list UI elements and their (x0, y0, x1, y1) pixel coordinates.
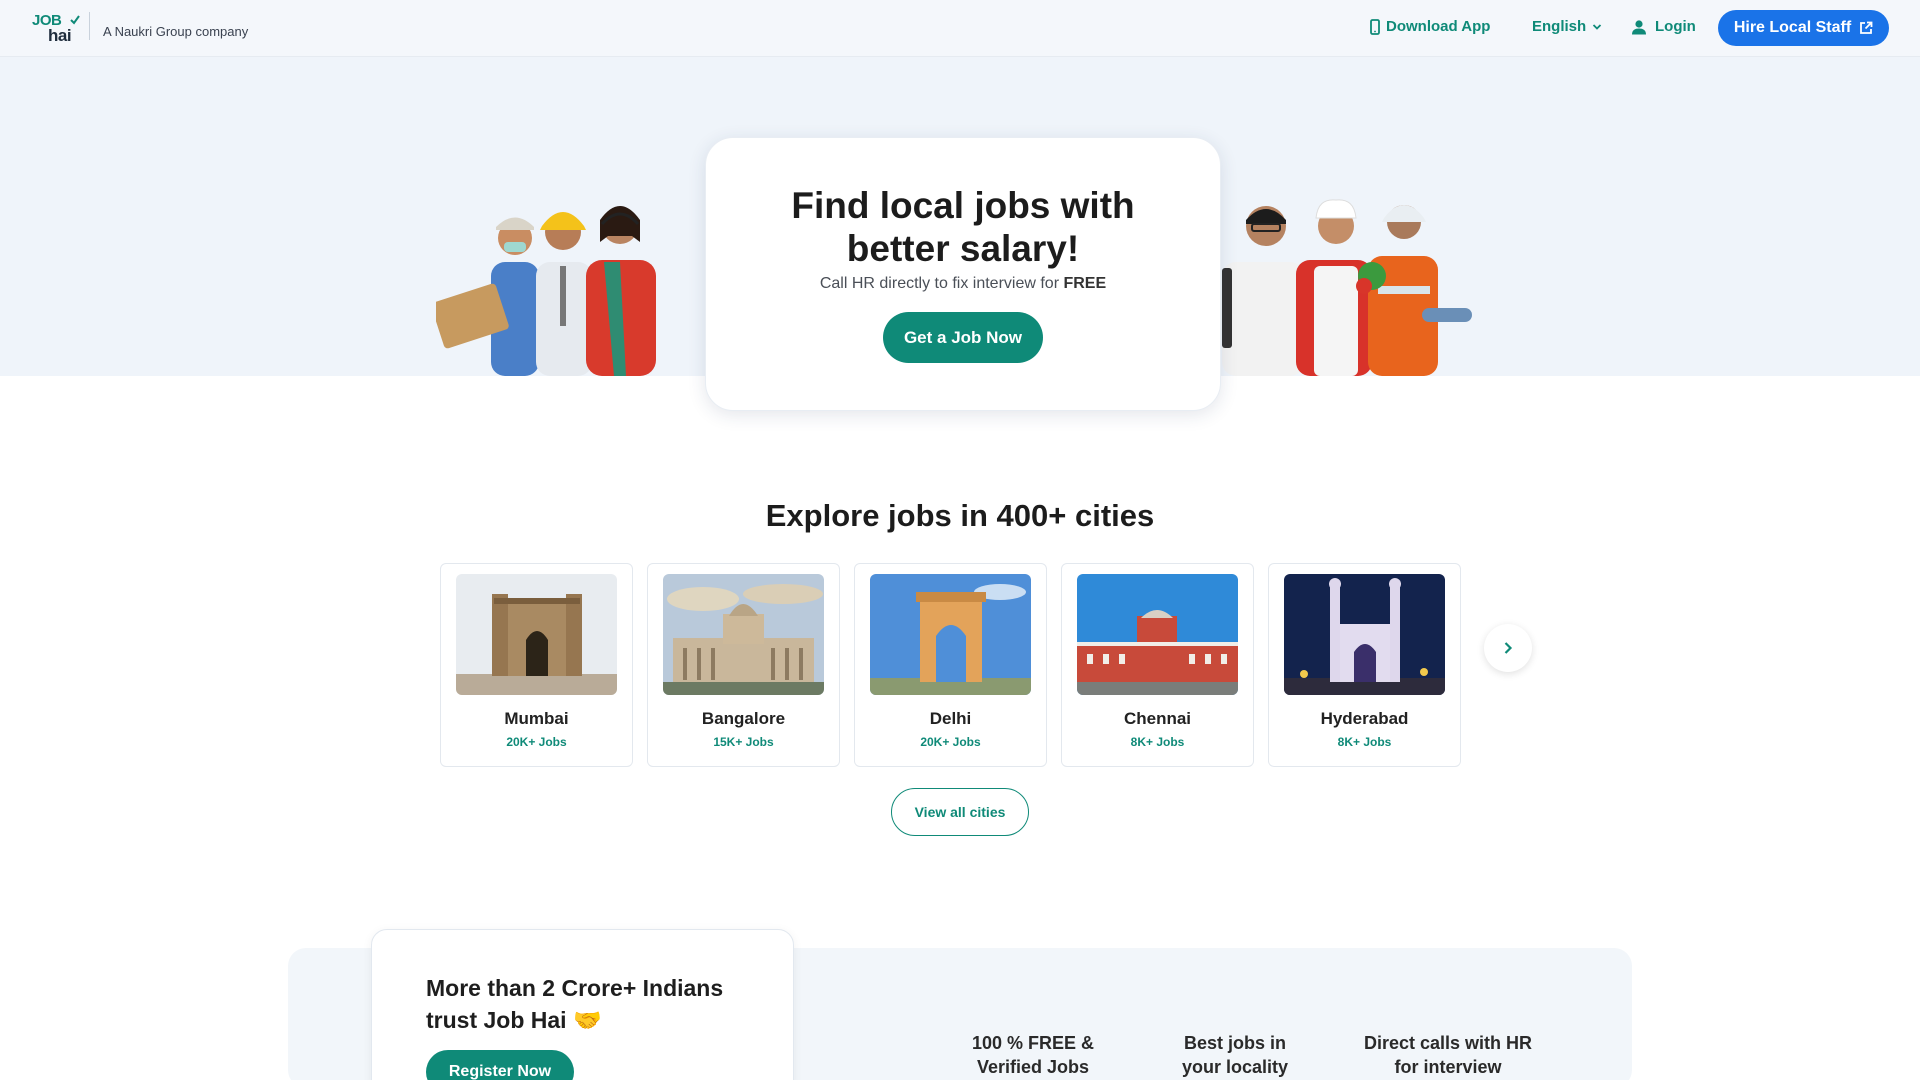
user-icon (1632, 19, 1646, 34)
city-card-mumbai[interactable]: Mumbai 20K+ Jobs (440, 563, 633, 767)
city-name: Delhi (929, 709, 972, 728)
hero-workers-illustration-left (436, 206, 656, 376)
phone-icon (1370, 18, 1380, 35)
hero-title-line1: Find local jobs with (791, 185, 1135, 226)
download-app-link[interactable]: Download App (1370, 18, 1490, 35)
hero-title: Find local jobs with better salary! (706, 184, 1220, 270)
city-name: Hyderabad (1320, 709, 1409, 728)
city-job-count: 20K+ Jobs (920, 735, 981, 749)
city-card-hyderabad[interactable]: Hyderabad 8K+ Jobs (1268, 563, 1461, 767)
feature-line: Direct calls with HR (1363, 1033, 1533, 1053)
register-now-button[interactable]: Register Now (426, 1050, 574, 1080)
download-app-label: Download App (1386, 18, 1491, 35)
hire-local-staff-button[interactable]: Hire Local Staff (1718, 10, 1889, 46)
city-image-hyderabad (1284, 574, 1445, 695)
company-tagline: A Naukri Group company (103, 24, 249, 39)
hire-local-staff-label: Hire Local Staff (1733, 19, 1852, 36)
feature-line: Verified Jobs (976, 1057, 1090, 1077)
feature-line: Best jobs in (1183, 1033, 1286, 1053)
city-card-bangalore[interactable]: Bangalore 15K+ Jobs (647, 563, 840, 767)
hero-card: Find local jobs with better salary! Call… (705, 137, 1221, 411)
hero-subtitle-free: FREE (1063, 275, 1107, 292)
feature-direct-hr-calls: Direct calls with HR for interview (1350, 1031, 1546, 1079)
chevron-down-icon (1593, 23, 1602, 30)
city-name: Mumbai (504, 709, 569, 728)
jobhai-logo[interactable]: JOB hai (32, 12, 82, 45)
trust-card: More than 2 Crore+ Indians trust Job Hai… (371, 929, 794, 1080)
feature-line: for interview (1394, 1057, 1502, 1077)
city-name: Bangalore (701, 709, 786, 728)
city-image-bangalore (663, 574, 824, 695)
city-job-count: 8K+ Jobs (1337, 735, 1392, 749)
city-job-count: 20K+ Jobs (506, 735, 567, 749)
logo-divider (89, 12, 90, 40)
city-image-chennai (1077, 574, 1238, 695)
view-all-cities-button[interactable]: View all cities (891, 788, 1029, 836)
hero-subtitle-text: Call HR directly to fix interview for (819, 275, 1064, 292)
feature-line: your locality (1181, 1057, 1289, 1077)
feature-free-verified: 100 % FREE & Verified Jobs (953, 1031, 1113, 1079)
hero-subtitle: Call HR directly to fix interview for FR… (706, 275, 1220, 293)
city-job-count: 15K+ Jobs (713, 735, 774, 749)
language-label: English (1532, 18, 1587, 35)
city-card-delhi[interactable]: Delhi 20K+ Jobs (854, 563, 1047, 767)
feature-line: 100 % FREE & (971, 1033, 1095, 1053)
top-navbar: JOB hai A Naukri Group company Download … (0, 0, 1920, 57)
trust-title: More than 2 Crore+ Indians trust Job Hai… (426, 975, 724, 1033)
cities-heading: Explore jobs in 400+ cities (765, 498, 1155, 533)
login-label: Login (1655, 18, 1696, 35)
city-name: Chennai (1123, 709, 1192, 728)
city-job-count: 8K+ Jobs (1130, 735, 1185, 749)
logo-check-icon (70, 15, 80, 25)
chevron-right-icon (1504, 642, 1513, 654)
city-image-mumbai (456, 574, 617, 695)
city-image-delhi (870, 574, 1031, 695)
logo-text-bottom: hai (48, 26, 72, 45)
city-carousel-next-button[interactable] (1484, 624, 1532, 672)
get-a-job-now-button[interactable]: Get a Job Now (883, 312, 1043, 363)
feature-best-locality: Best jobs in your locality (1155, 1031, 1315, 1079)
external-link-icon (1860, 21, 1873, 34)
city-card-chennai[interactable]: Chennai 8K+ Jobs (1061, 563, 1254, 767)
login-link[interactable]: Login (1631, 18, 1696, 35)
hero-title-line2: better salary! (846, 228, 1080, 269)
city-carousel: Mumbai 20K+ Jobs Bangalore 15K+ Jobs Del… (440, 563, 1461, 767)
hero-workers-illustration-right (1222, 199, 1472, 376)
language-selector[interactable]: English (1532, 18, 1602, 35)
